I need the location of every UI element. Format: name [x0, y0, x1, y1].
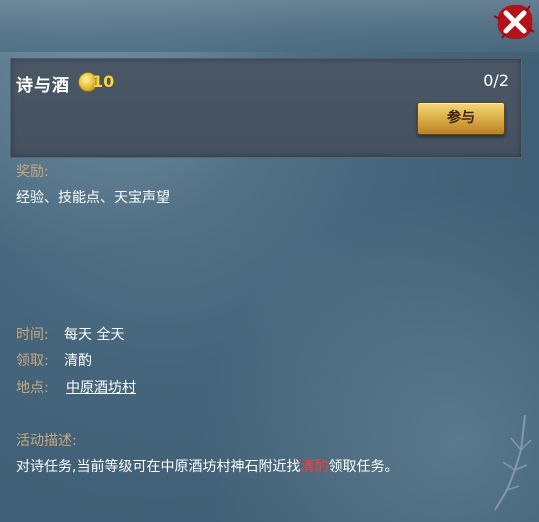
- description-part2: 领取任务。: [328, 459, 399, 475]
- quest-progress: 0/2: [483, 71, 509, 90]
- receive-label: 领取:: [16, 353, 49, 369]
- description-part1: 对诗任务,当前等级可在中原酒坊村神石附近找: [16, 459, 301, 475]
- close-button[interactable]: [492, 2, 536, 42]
- time-label: 时间:: [16, 327, 49, 343]
- title-bar: [0, 0, 539, 52]
- join-button[interactable]: 参与: [417, 102, 505, 135]
- time-value: 每天 全天: [64, 327, 125, 343]
- description-text: 对诗任务,当前等级可在中原酒坊村神石附近找清酌领取任务。: [16, 454, 476, 481]
- snow-branch-decoration: [494, 414, 532, 511]
- description-label: 活动描述:: [16, 433, 77, 449]
- quest-title: 诗与酒: [16, 76, 70, 96]
- reward-value: 经验、技能点、天宝声望: [16, 190, 170, 206]
- coin-value: 10: [92, 72, 115, 91]
- receive-value: 清酌: [64, 353, 92, 369]
- reward-label: 奖励:: [16, 164, 49, 180]
- location-label: 地点:: [16, 380, 49, 396]
- close-icon: [493, 4, 535, 40]
- description-highlight: 清酌: [300, 459, 329, 475]
- location-link[interactable]: 中原酒坊村: [66, 377, 136, 397]
